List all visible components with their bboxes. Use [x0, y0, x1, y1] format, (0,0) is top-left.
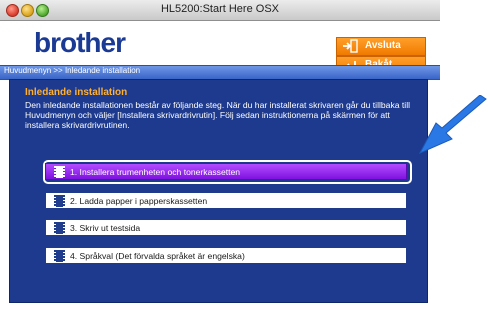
exit-button[interactable]: Avsluta	[336, 37, 426, 56]
step-label: 2. Ladda papper i papperskassetten	[70, 196, 208, 206]
breadcrumb-text: Huvudmenyn >> Inledande installation	[4, 66, 140, 75]
breadcrumb-home-link[interactable]: Huvudmenyn	[4, 66, 51, 75]
breadcrumb-separator: >>	[53, 66, 63, 75]
film-strip-icon	[54, 195, 65, 207]
window-title: HL5200:Start Here OSX	[160, 3, 279, 15]
brand-logo: brother	[34, 27, 126, 58]
film-strip-icon	[54, 250, 65, 262]
step-button-3[interactable]: 3. Skriv ut testsida	[45, 219, 407, 236]
app-window: HL5200:Start Here OSX brother Avsluta Ba…	[0, 0, 440, 313]
title-bar: HL5200:Start Here OSX	[0, 0, 440, 21]
step-button-1[interactable]: 1. Installera trumenheten och tonerkasse…	[45, 163, 407, 180]
exit-label: Avsluta	[365, 40, 401, 51]
film-strip-icon	[54, 166, 65, 178]
film-strip-icon	[54, 222, 65, 234]
breadcrumb-current: Inledande installation	[64, 66, 141, 75]
pointer-arrow-icon	[418, 95, 487, 155]
step-label: 4. Språkval (Det förvalda språket är eng…	[70, 251, 245, 261]
step-button-4[interactable]: 4. Språkval (Det förvalda språket är eng…	[45, 247, 407, 264]
exit-icon	[343, 39, 358, 53]
breadcrumb: Huvudmenyn >> Inledande installation	[0, 65, 440, 80]
step-label: 1. Installera trumenheten och tonerkasse…	[70, 167, 241, 177]
step-label: 3. Skriv ut testsida	[70, 223, 141, 233]
main-panel: Inledande installation Den inledande ins…	[9, 79, 428, 303]
page-title: Inledande installation	[25, 87, 128, 98]
page-description: Den inledande installationen består av f…	[25, 100, 411, 131]
step-button-2[interactable]: 2. Ladda papper i papperskassetten	[45, 192, 407, 209]
